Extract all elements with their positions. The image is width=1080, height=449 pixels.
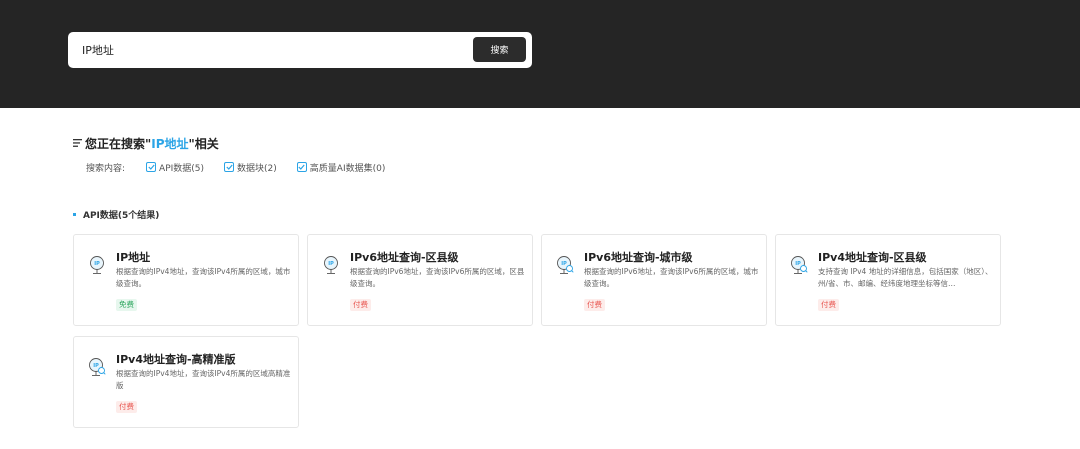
api-card-ip-address[interactable]: IP IP地址 根据查询的IPv4地址，查询该IPv4所属的区域，城市级查询。 … <box>73 234 299 326</box>
filter-ai-dataset-label: 高质量AI数据集(0) <box>309 163 386 174</box>
price-badge: 付费 <box>818 299 839 311</box>
svg-text:IP: IP <box>328 261 334 267</box>
svg-text:IP: IP <box>795 261 801 267</box>
card-description: 根据查询的IPv6地址，查询该IPv6所属的区域，区县级查询。 <box>350 267 525 288</box>
price-badge: 免费 <box>116 299 137 311</box>
card-description: 支持查询 IPv4 地址的详细信息，包括国家（地区）、州/省、市、邮编、经纬度地… <box>818 267 993 288</box>
filter-data-block-label: 数据块(2) <box>237 163 277 174</box>
card-description: 根据查询的IPv4地址，查询该IPv4所属的区域高精准版 <box>116 369 291 390</box>
card-description: 根据查询的IPv4地址，查询该IPv4所属的区域，城市级查询。 <box>116 267 291 288</box>
search-input[interactable] <box>68 32 468 68</box>
filter-data-block[interactable]: 数据块(2) <box>224 161 277 174</box>
card-description: 根据查询的IPv6地址，查询该IPv6所属的区域，城市级查询。 <box>584 267 759 288</box>
search-button[interactable]: 搜索 <box>473 37 526 62</box>
result-title-suffix: "相关 <box>188 136 219 151</box>
list-icon <box>73 139 82 147</box>
result-title-prefix: 您正在搜索" <box>85 136 152 151</box>
checkbox-checked-icon[interactable] <box>296 162 307 172</box>
api-section-heading: API数据(5个结果) <box>73 208 160 221</box>
filter-ai-dataset[interactable]: 高质量AI数据集(0) <box>296 161 386 174</box>
api-card-ipv6-city[interactable]: IP IPv6地址查询-城市级 根据查询的IPv6地址，查询该IPv6所属的区域… <box>541 234 767 326</box>
api-card-ipv4-county[interactable]: IP IPv4地址查询-区县级 支持查询 IPv4 地址的详细信息，包括国家（地… <box>775 234 1001 326</box>
svg-text:IP: IP <box>561 261 567 267</box>
card-title: IPv4地址查询-高精准版 <box>116 353 236 366</box>
card-title: IP地址 <box>116 251 151 264</box>
search-result-heading: 您正在搜索"IP地址"相关 <box>73 135 219 151</box>
search-keyword: IP地址 <box>151 136 189 151</box>
card-title: IPv6地址查询-区县级 <box>350 251 459 264</box>
section-dot <box>73 212 76 216</box>
card-title: IPv6地址查询-城市级 <box>584 251 693 264</box>
ip-pin-icon: IP <box>90 256 104 274</box>
svg-text:IP: IP <box>93 363 99 369</box>
api-card-ipv6-county[interactable]: IP IPv6地址查询-区县级 根据查询的IPv6地址，查询该IPv6所属的区域… <box>307 234 533 326</box>
ip-pin-icon: IP <box>324 256 338 274</box>
search-box <box>68 32 532 68</box>
price-badge: 付费 <box>350 299 371 311</box>
api-section-title: API数据(5个结果) <box>83 210 160 221</box>
checkbox-checked-icon[interactable] <box>146 162 157 172</box>
price-badge: 付费 <box>584 299 605 311</box>
filter-label: 搜索内容: <box>86 163 126 174</box>
ip-pin-search-icon: IP <box>791 256 808 274</box>
svg-text:IP: IP <box>94 261 100 267</box>
filter-bar: 搜索内容: API数据(5) 数据块(2) 高质量AI数据集(0) <box>86 160 385 174</box>
checkbox-checked-icon[interactable] <box>224 162 235 172</box>
ip-pin-search-icon: IP <box>89 358 106 376</box>
filter-api-data-label: API数据(5) <box>159 163 205 174</box>
price-badge: 付费 <box>116 401 137 413</box>
filter-api-data[interactable]: API数据(5) <box>146 161 204 174</box>
api-card-ipv4-high-precision[interactable]: IP IPv4地址查询-高精准版 根据查询的IPv4地址，查询该IPv4所属的区… <box>73 336 299 428</box>
result-title: 您正在搜索"IP地址"相关 <box>85 135 219 152</box>
card-title: IPv4地址查询-区县级 <box>818 251 927 264</box>
ip-pin-search-icon: IP <box>557 256 574 274</box>
